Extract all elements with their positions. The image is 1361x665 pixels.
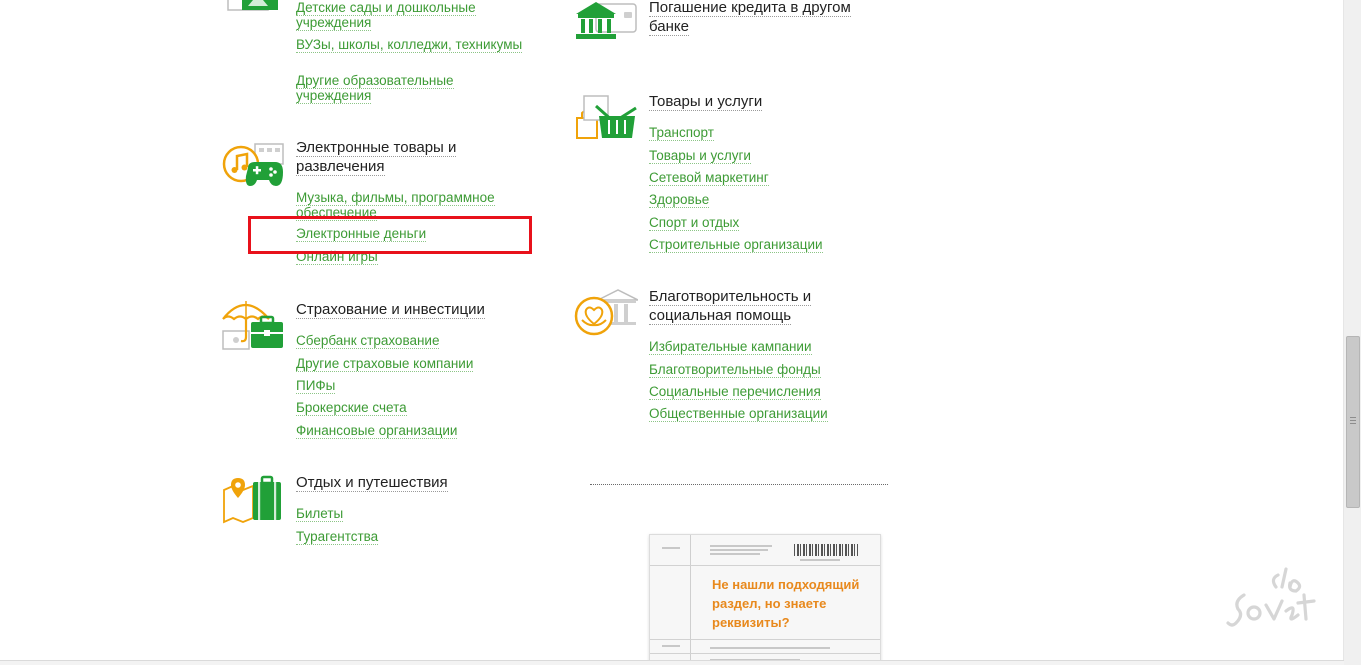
travel-title[interactable]: Отдых и путешествия (296, 473, 506, 492)
map-suitcase-icon (223, 475, 281, 524)
link-election-campaigns[interactable]: Избирательные кампании (649, 339, 879, 355)
umbrella-briefcase-icon (222, 301, 283, 350)
insurance-title[interactable]: Страхование и инвестиции (296, 300, 506, 319)
payment-categories-page: Детские сады и дошкольные учреждения ВУЗ… (0, 0, 1361, 665)
link-sport-leisure[interactable]: Спорт и отдых (649, 215, 879, 231)
shopping-basket-icon (576, 95, 637, 139)
link-construction[interactable]: Строительные организации (649, 237, 879, 253)
bottom-edge (0, 660, 1344, 665)
link-travel-agencies[interactable]: Турагентства (296, 529, 526, 545)
vertical-scrollbar[interactable] (1343, 0, 1361, 665)
site-watermark-logo (1226, 567, 1316, 627)
payment-by-details-text[interactable]: Не нашли подходящий раздел, но знаете ре… (712, 575, 872, 632)
link-brokerage-accounts[interactable]: Брокерские счета (296, 400, 526, 416)
charity-heart-icon (574, 289, 638, 336)
link-sberbank-insurance[interactable]: Сбербанк страхование (296, 333, 526, 349)
school-icon (227, 0, 278, 11)
music-gamepad-icon (222, 143, 284, 186)
highlight-frame (248, 216, 532, 254)
link-network-marketing[interactable]: Сетевой маркетинг (649, 170, 879, 186)
link-social-transfers[interactable]: Социальные перечисления (649, 384, 879, 400)
payment-by-details-card[interactable]: Не нашли подходящий раздел, но знаете ре… (649, 534, 881, 665)
link-universities-schools[interactable]: ВУЗы, школы, колледжи, техникумы (296, 37, 526, 53)
link-other-insurance[interactable]: Другие страховые компании (296, 356, 526, 372)
link-goods-services[interactable]: Товары и услуги (649, 148, 879, 164)
goods-services-title[interactable]: Товары и услуги (649, 92, 859, 111)
link-health[interactable]: Здоровье (649, 192, 879, 208)
barcode (794, 544, 858, 556)
charity-title[interactable]: Благотворительность и социальная помощь (649, 287, 859, 325)
link-transport[interactable]: Транспорт (649, 125, 879, 141)
link-mutual-funds[interactable]: ПИФы (296, 378, 526, 394)
section-divider (590, 484, 888, 485)
electronic-goods-title[interactable]: Электронные товары и развлечения (296, 138, 506, 176)
loan-repayment-title[interactable]: Погашение кредита в другом банке (649, 0, 859, 36)
link-other-education[interactable]: Другие образовательные учреждения (296, 73, 526, 104)
link-financial-organizations[interactable]: Финансовые организации (296, 423, 526, 439)
link-charity-funds[interactable]: Благотворительные фонды (649, 362, 879, 378)
bank-building-icon (576, 2, 637, 39)
link-public-organizations[interactable]: Общественные организации (649, 406, 879, 422)
link-tickets[interactable]: Билеты (296, 506, 526, 522)
scrollbar-thumb[interactable] (1346, 336, 1360, 508)
link-kindergartens[interactable]: Детские сады и дошкольные учреждения (296, 0, 526, 31)
